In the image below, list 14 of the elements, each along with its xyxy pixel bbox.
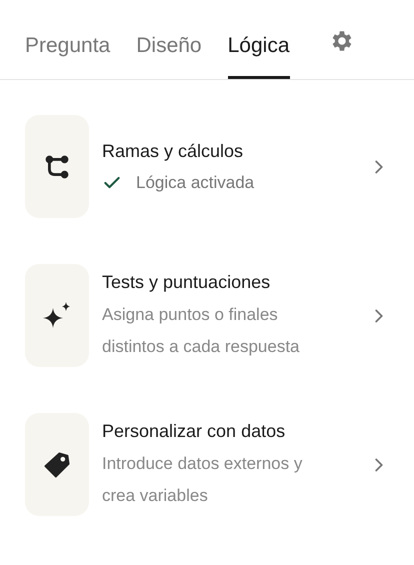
logic-option[interactable]: Personalizar con datos Introduce datos externos y crea variables [25,413,390,516]
tab[interactable]: Pregunta [25,35,110,79]
logic-option[interactable]: Ramas y cálculos Lógica activada [25,115,390,218]
tab[interactable]: Diseño [136,35,202,79]
option-title: Ramas y cálculos [102,140,244,163]
branch-icon [44,154,70,180]
tab[interactable]: Lógica [228,35,290,79]
status-text: Lógica activada [136,172,254,194]
option-title: Personalizar con datos [102,420,286,442]
option-description: Introduce datos externos y crea variables [102,452,304,506]
option-description: Asigna puntos o finales distintos a cada respuesta [102,304,301,358]
tag-icon [43,450,71,478]
option-title: Tests y puntuaciones [102,270,272,294]
logic-option[interactable]: Tests y puntuaciones Asigna puntos o finales distintos a cada respuesta [25,264,390,367]
